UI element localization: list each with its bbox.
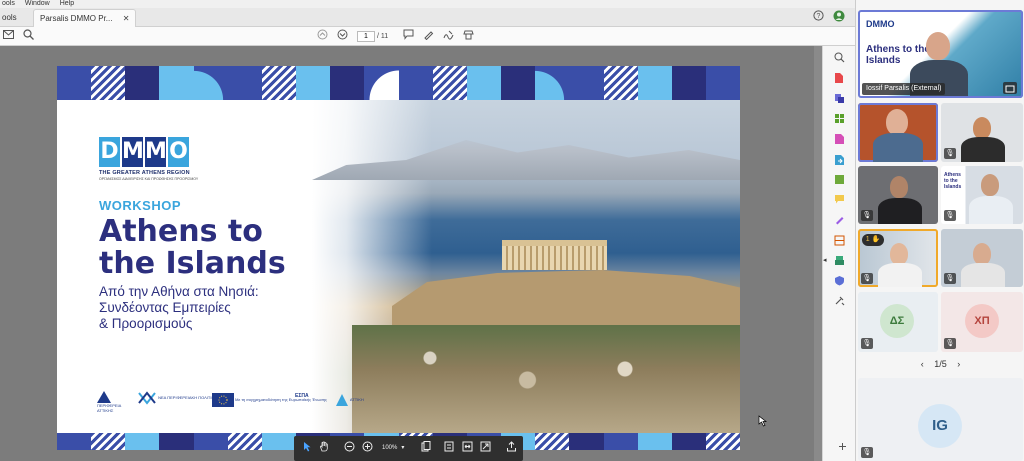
raised-hand-badge: 1 ✋ — [862, 234, 884, 246]
slide-title: Athens to the Islands — [99, 214, 286, 281]
participant-tile-ds[interactable]: ΔΣ 🎙 — [858, 292, 938, 352]
edit-pdf-icon[interactable] — [831, 133, 847, 147]
comment-tool-icon[interactable] — [831, 194, 847, 208]
acropolis-photo — [312, 100, 740, 435]
cursor-icon — [758, 414, 768, 432]
svg-text:?: ? — [816, 13, 820, 20]
protect-icon[interactable] — [831, 275, 847, 289]
pager-prev-icon[interactable]: ‹ — [921, 359, 924, 369]
muted-mic-icon: 🎙 — [861, 273, 873, 284]
print-production-icon[interactable] — [831, 255, 847, 269]
participant-tile-3[interactable]: 🎙 — [858, 166, 938, 224]
tab-document[interactable]: Parsalis DMMO Pr... ✕ — [33, 9, 137, 27]
participant-tile-xp[interactable]: ΧΠ 🎙 — [941, 292, 1023, 352]
presenter-name-label: Iossif Parsalis (External) — [862, 83, 946, 95]
participant-tile-5[interactable]: 1 ✋ 🎙 — [858, 229, 938, 287]
presenter-slide-logo: DMMO — [866, 19, 895, 29]
fit-width-icon[interactable] — [460, 441, 474, 455]
collapse-rail-icon[interactable]: ◂ — [823, 256, 827, 264]
stamp-tools-icon[interactable] — [461, 29, 476, 44]
parthenon-image — [502, 240, 607, 270]
participant-tile-1[interactable] — [858, 103, 938, 162]
muted-mic-icon: 🎙 — [944, 148, 956, 159]
participants-pager: ‹ 1/5 › — [856, 359, 1024, 369]
dmmo-logo: D M M O — [99, 137, 189, 167]
page-number-input[interactable]: 1 — [357, 31, 375, 42]
create-pdf-icon[interactable] — [831, 72, 847, 86]
pager-next-icon[interactable]: › — [957, 359, 960, 369]
tab-tools[interactable]: ools — [0, 9, 17, 27]
organize-pages-icon[interactable] — [831, 113, 847, 127]
more-tools-icon[interactable] — [831, 295, 847, 309]
self-avatar-ig: IG — [918, 404, 962, 448]
sponsor-eu-cofunding: Με τη συγχρηματοδότηση της Ευρωπαϊκής Έν… — [212, 393, 327, 407]
floating-pdf-toolbar: 100% ▾ — [294, 436, 523, 461]
search-icon[interactable] — [21, 29, 36, 44]
self-tile[interactable]: IG 🎙 — [858, 378, 1023, 461]
account-avatar-icon[interactable] — [832, 10, 846, 24]
presenter-face — [926, 32, 950, 60]
menu-bar: ools Window Help — [0, 0, 855, 8]
vertical-scrollbar[interactable] — [814, 46, 822, 461]
sponsor-new-regional-policy: ΝΕΑ ΠΕΡΙΦΕΡΕΙΑΚΗ ΠΟΛΙΤΙΚΗ — [137, 391, 217, 405]
mail-icon[interactable] — [1, 29, 16, 44]
full-screen-icon[interactable] — [478, 441, 492, 455]
participant-avatar-ds: ΔΣ — [880, 304, 914, 338]
hand-tool-icon[interactable] — [317, 441, 331, 455]
menu-item-window[interactable]: Window — [25, 0, 50, 8]
decorative-top-band — [57, 66, 740, 100]
slide-subtitle: Από την Αθήνα στα Νησιά: Συνδέοντας Εμπε… — [99, 284, 259, 331]
page-layout-icon[interactable] — [419, 441, 433, 455]
muted-mic-icon: 🎙 — [861, 447, 873, 458]
page-down-icon[interactable] — [335, 29, 350, 44]
presenter-tile[interactable]: DMMO Athens to the Islands Iossif Parsal… — [858, 10, 1023, 98]
slide-page: D M M O THE GREATER ATHENS REGION ΟΡΓΑΝΙ… — [57, 66, 740, 450]
slide-kicker: WORKSHOP — [99, 198, 181, 213]
compress-icon[interactable] — [831, 174, 847, 188]
sponsor-espa: ΕΣΠΑ — [295, 393, 309, 399]
fit-page-icon[interactable] — [442, 441, 456, 455]
tab-bar: ools Parsalis DMMO Pr... ✕ ? — [0, 8, 855, 27]
comment-icon[interactable] — [401, 29, 416, 44]
pdf-toolbar: 1 / 11 — [0, 27, 855, 46]
muted-mic-icon: 🎙 — [944, 273, 956, 284]
combine-files-icon[interactable] — [831, 93, 847, 107]
participant-avatar-xp: ΧΠ — [965, 304, 999, 338]
share-upload-icon[interactable] — [504, 441, 518, 455]
tab-close-icon[interactable]: ✕ — [123, 14, 130, 23]
logo-tagline: ΟΡΓΑΝΙΣΜΟΣ ΔΙΑΧΕΙΡΙΣΗΣ ΚΑΙ ΠΡΟΩΘΗΣΗΣ ΠΡΟ… — [99, 177, 199, 181]
page-up-icon[interactable] — [315, 29, 330, 44]
muted-mic-icon: 🎙 — [861, 210, 873, 221]
participant-tile-4[interactable]: Athens to the Islands 🎙 — [941, 166, 1023, 224]
sign-icon[interactable] — [441, 29, 456, 44]
participant-tile-6[interactable]: 🎙 — [941, 229, 1023, 287]
sponsor-attica: ΑΤΤΙΚΗ — [335, 393, 364, 407]
menu-item-tools[interactable]: ools — [2, 0, 15, 8]
menu-item-help[interactable]: Help — [60, 0, 74, 8]
zoom-in-icon[interactable] — [360, 441, 374, 455]
tab-document-label: Parsalis DMMO Pr... — [40, 14, 113, 23]
expand-panel-icon[interactable] — [834, 441, 850, 455]
page-total: / 11 — [377, 33, 389, 40]
screen-share-icon — [1003, 82, 1017, 94]
zoom-out-icon[interactable] — [342, 441, 356, 455]
scan-ocr-icon[interactable] — [831, 235, 847, 249]
highlight-pen-icon[interactable] — [421, 29, 436, 44]
export-pdf-icon[interactable] — [831, 154, 847, 168]
pager-label: 1/5 — [934, 359, 947, 369]
help-icon[interactable]: ? — [811, 10, 825, 24]
meeting-panel: DMMO Athens to the Islands Iossif Parsal… — [855, 0, 1024, 461]
participant-tile-2[interactable]: 🎙 — [941, 103, 1023, 162]
logo-region-text: THE GREATER ATHENS REGION — [99, 170, 190, 176]
tile-slide-preview: Athens to the Islands — [944, 172, 962, 190]
zoom-level-select[interactable]: 100% ▾ — [382, 442, 404, 454]
sponsor-attica-region: ΠΕΡΙΦΕΡΕΙΑ ΑΤΤΙΚΗΣ — [97, 391, 127, 413]
muted-mic-icon: 🎙 — [944, 338, 956, 349]
fill-sign-icon[interactable] — [831, 214, 847, 228]
select-pointer-icon[interactable] — [300, 441, 314, 455]
tools-rail — [822, 46, 855, 461]
muted-mic-icon: 🎙 — [861, 338, 873, 349]
muted-mic-icon: 🎙 — [944, 210, 956, 221]
zoom-tool-icon[interactable] — [831, 52, 847, 66]
